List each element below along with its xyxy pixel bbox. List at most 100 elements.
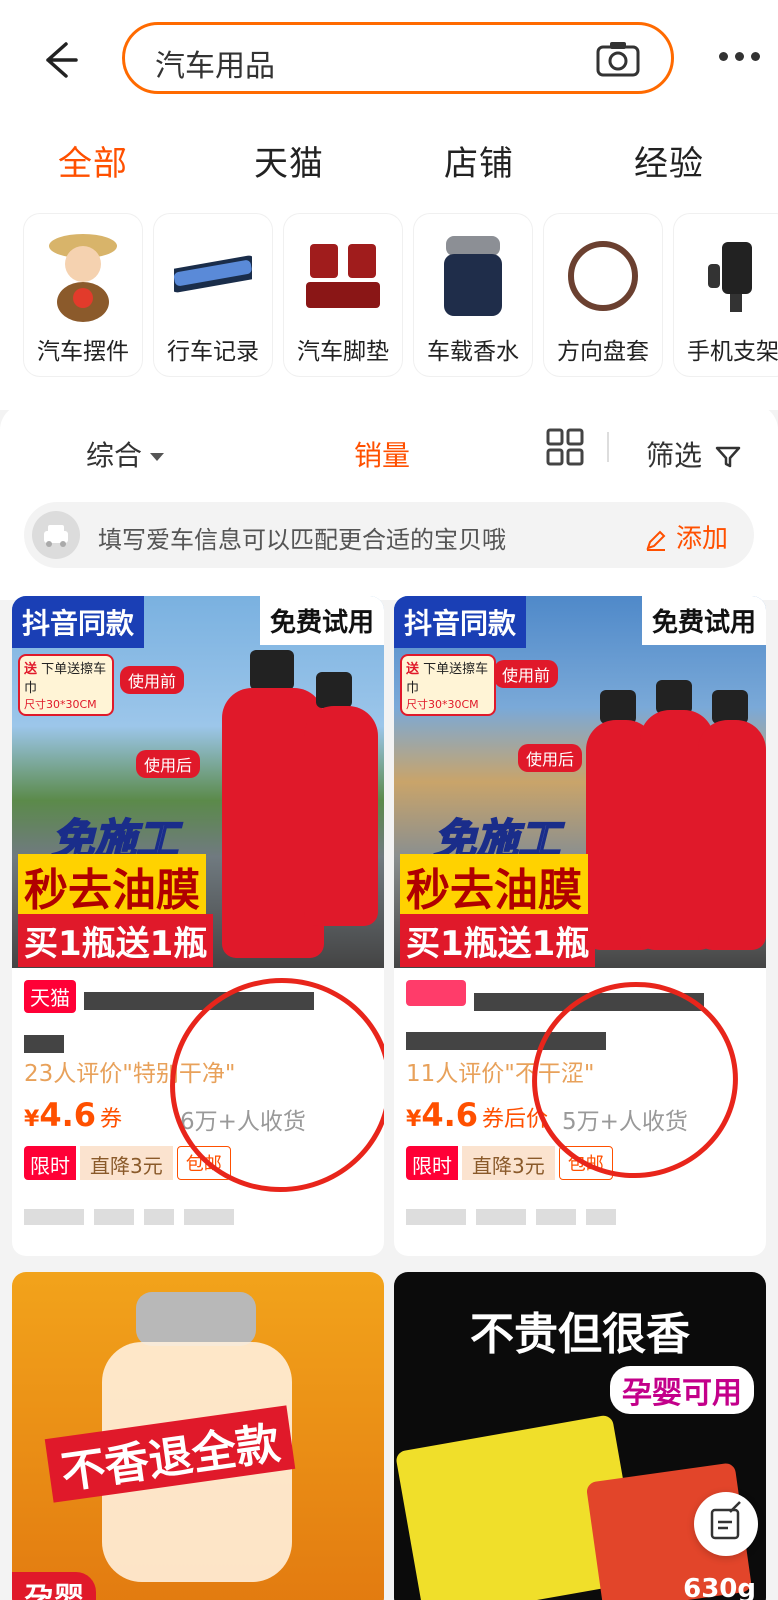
weight-label: 630g xyxy=(683,1574,756,1600)
gift-size: 尺寸30*30CM xyxy=(406,698,479,711)
category-label: 行车记录 xyxy=(167,339,259,365)
tag: 孕婴可用 xyxy=(610,1366,754,1414)
product-image[interactable]: 抖音同款 免费试用 送 下单送擦车巾 尺寸30*30CM 使用前 使用后 免施工 … xyxy=(12,596,384,968)
tmall-badge: 天猫 xyxy=(24,980,76,1013)
camera-icon[interactable] xyxy=(595,39,641,79)
car-info-hint: 填写爱车信息可以匹配更合适的宝贝哦 xyxy=(98,526,506,554)
limited-badge: 限时 xyxy=(24,1146,76,1180)
after-tag: 使用后 xyxy=(136,750,201,778)
price-value: 4.6 xyxy=(39,1096,96,1134)
currency-symbol: ¥ xyxy=(406,1107,422,1132)
currency-symbol: ¥ xyxy=(24,1107,40,1132)
before-tag: 使用前 xyxy=(494,660,559,688)
top-area: 汽车用品 全部 天猫 店铺 经验 汽车摆件 行车记录 汽车脚垫 车载香水 方向盘… xyxy=(0,0,778,410)
category-label: 汽车摆件 xyxy=(37,339,129,365)
gift-text: 下单送擦车巾 xyxy=(406,662,489,696)
blurred-shop-row xyxy=(406,1206,736,1230)
promo-line: 买1瓶送1瓶 xyxy=(400,914,596,967)
phone-holder-icon xyxy=(708,242,752,312)
floor-mat-icon xyxy=(306,244,380,308)
category-item[interactable]: 汽车摆件 xyxy=(24,214,142,376)
bottle-cap xyxy=(600,690,636,724)
sort-comprehensive-label: 综合 xyxy=(86,439,143,472)
price-suffix: 券 xyxy=(100,1107,123,1132)
ornament-icon xyxy=(49,234,117,322)
divider xyxy=(607,432,609,462)
car-info-bar[interactable]: 填写爱车信息可以匹配更合适的宝贝哦 添加 xyxy=(24,502,754,568)
price: ¥4.6 券后价 xyxy=(406,1096,548,1134)
category-shortcuts: 汽车摆件 行车记录 汽车脚垫 车载香水 方向盘套 手机支架 xyxy=(24,214,778,376)
subline: 秒去油膜 xyxy=(400,854,588,918)
price: ¥4.6 券 xyxy=(24,1096,122,1134)
category-item[interactable]: 手机支架 xyxy=(674,214,778,376)
after-tag: 使用后 xyxy=(518,744,583,772)
price-drop-badge: 直降3元 xyxy=(462,1146,555,1180)
product-card[interactable]: 抖音同款 免费试用 送 下单送擦车巾 尺寸30*30CM 使用前 使用后 免施工 … xyxy=(394,596,766,1256)
grid-view-icon[interactable] xyxy=(546,428,584,466)
tab-tmall[interactable]: 天猫 xyxy=(254,136,324,185)
car-perfume-icon xyxy=(444,236,502,316)
search-box[interactable]: 汽车用品 xyxy=(122,22,674,94)
pencil-icon xyxy=(646,530,666,551)
filter-button[interactable]: 筛选 xyxy=(646,434,741,474)
add-car-button[interactable]: 添加 xyxy=(644,518,728,555)
back-arrow-icon[interactable] xyxy=(36,38,80,82)
product-image[interactable]: 不香退全款 孕婴 xyxy=(12,1272,384,1600)
tab-all[interactable]: 全部 xyxy=(58,136,128,185)
blurred-shop-row xyxy=(24,1206,354,1230)
search-query[interactable]: 汽车用品 xyxy=(155,41,275,85)
bottle-cap xyxy=(316,672,352,708)
bottle-cap xyxy=(656,680,692,714)
before-tag: 使用前 xyxy=(120,666,185,694)
price-drop-badge: 直降3元 xyxy=(80,1146,173,1180)
category-label: 车载香水 xyxy=(427,339,519,365)
promo-line: 买1瓶送1瓶 xyxy=(18,914,214,967)
product-card[interactable]: 不香退全款 孕婴 xyxy=(12,1272,384,1600)
bottle xyxy=(304,706,378,926)
sort-comprehensive[interactable]: 综合 xyxy=(86,434,165,474)
category-item[interactable]: 方向盘套 xyxy=(544,214,662,376)
promo-banner-left: 抖音同款 xyxy=(12,596,145,648)
product-image[interactable]: 抖音同款 免费试用 送 下单送擦车巾 尺寸30*30CM 使用前 使用后 免施工 … xyxy=(394,596,766,968)
category-label: 手机支架 xyxy=(687,339,778,365)
add-car-label: 添加 xyxy=(675,524,728,554)
headline: 不贵但很香 xyxy=(470,1309,690,1360)
price-value: 4.6 xyxy=(421,1096,478,1134)
edit-floating-button[interactable] xyxy=(694,1492,758,1556)
promo-banner-left: 抖音同款 xyxy=(394,596,527,648)
gift-note: 送 下单送擦车巾 尺寸30*30CM xyxy=(18,654,114,716)
store-badge xyxy=(406,980,466,1006)
tab-experience[interactable]: 经验 xyxy=(634,136,704,185)
dashcam-icon xyxy=(174,255,252,293)
gift-send: 送 xyxy=(406,662,420,677)
filter-funnel-icon xyxy=(715,446,741,468)
product-card[interactable]: 抖音同款 免费试用 送 下单送擦车巾 尺寸30*30CM 使用前 使用后 免施工 … xyxy=(12,596,384,1256)
sort-sales[interactable]: 销量 xyxy=(354,434,410,474)
more-menu-icon[interactable] xyxy=(719,52,760,61)
gift-note: 送 下单送擦车巾尺寸30*30CM xyxy=(400,654,496,716)
gift-text: 下单送擦车巾 xyxy=(24,662,107,696)
tab-stores[interactable]: 店铺 xyxy=(444,136,514,185)
gift-send: 送 xyxy=(24,662,38,677)
limited-badge: 限时 xyxy=(406,1146,458,1180)
edit-note-icon xyxy=(710,1501,741,1540)
category-label: 方向盘套 xyxy=(557,339,649,365)
product-info: 11人评价"不干涩" ¥4.6 券后价 5万+人收货 限时 直降3元 包邮 xyxy=(394,968,766,1256)
promo-banner-right: 免费试用 xyxy=(259,596,384,645)
bottle-cap xyxy=(250,650,294,690)
bottle-cap xyxy=(712,690,748,724)
steering-cover-icon xyxy=(568,241,638,311)
result-tabs: 全部 天猫 店铺 经验 xyxy=(0,136,778,186)
bottle xyxy=(698,720,766,950)
bottom-tag: 孕婴 xyxy=(12,1572,96,1600)
category-item[interactable]: 行车记录 xyxy=(154,214,272,376)
subline: 秒去油膜 xyxy=(18,854,206,918)
category-item[interactable]: 汽车脚垫 xyxy=(284,214,402,376)
caret-down-icon xyxy=(150,453,165,461)
filter-label: 筛选 xyxy=(646,439,703,472)
category-item[interactable]: 车载香水 xyxy=(414,214,532,376)
product-info: 天猫 23人评价"特别干净" ¥4.6 券 6万+人收货 限时 直降3元 包邮 xyxy=(12,966,384,1256)
promo-banner-right: 免费试用 xyxy=(641,596,766,645)
category-label: 汽车脚垫 xyxy=(297,339,389,365)
car-icon xyxy=(32,511,80,559)
